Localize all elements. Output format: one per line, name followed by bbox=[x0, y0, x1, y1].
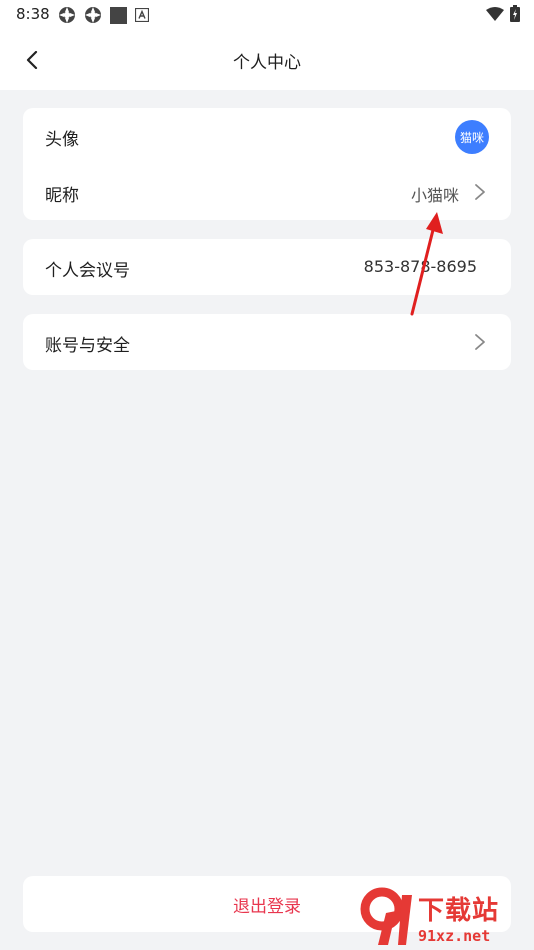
account-security-label: 账号与安全 bbox=[45, 336, 130, 356]
avatar-row[interactable]: 头像 猫咪 bbox=[23, 108, 511, 164]
status-icons-left bbox=[58, 6, 149, 24]
watermark-url: 91xz.net bbox=[418, 926, 491, 945]
meeting-number-card: 个人会议号 853-878-8695 bbox=[23, 239, 511, 295]
security-card[interactable]: 账号与安全 bbox=[23, 314, 511, 370]
meeting-number-label: 个人会议号 bbox=[45, 261, 130, 281]
watermark-brand: 下载站 bbox=[418, 895, 500, 926]
chevron-right-icon bbox=[475, 184, 485, 200]
meeting-number-row: 个人会议号 853-878-8695 bbox=[23, 239, 511, 295]
profile-card: 头像 猫咪 昵称 小猫咪 bbox=[23, 108, 511, 220]
battery-icon bbox=[510, 5, 520, 22]
nickname-row[interactable]: 昵称 小猫咪 bbox=[23, 164, 511, 220]
status-time: 8:38 bbox=[16, 5, 50, 23]
wifi-icon bbox=[486, 6, 504, 21]
page-title: 个人中心 bbox=[233, 53, 301, 73]
watermark-logo: 下载站 91xz.net bbox=[358, 886, 530, 948]
status-bar: 8:38 bbox=[0, 0, 534, 28]
account-security-row[interactable]: 账号与安全 bbox=[23, 314, 511, 370]
meeting-number-value: 853-878-8695 bbox=[363, 257, 477, 276]
notification-icon bbox=[85, 7, 101, 23]
watermark-emblem-icon bbox=[360, 887, 412, 945]
status-icons-right bbox=[486, 5, 520, 22]
avatar[interactable]: 猫咪 bbox=[455, 120, 489, 154]
notification-icon bbox=[59, 7, 75, 23]
a-icon bbox=[135, 8, 149, 22]
nickname-label: 昵称 bbox=[45, 186, 79, 206]
chevron-right-icon bbox=[475, 334, 485, 350]
square-icon bbox=[110, 6, 127, 24]
nickname-value: 小猫咪 bbox=[410, 186, 459, 205]
header: 个人中心 bbox=[0, 28, 534, 90]
avatar-label: 头像 bbox=[45, 130, 79, 150]
